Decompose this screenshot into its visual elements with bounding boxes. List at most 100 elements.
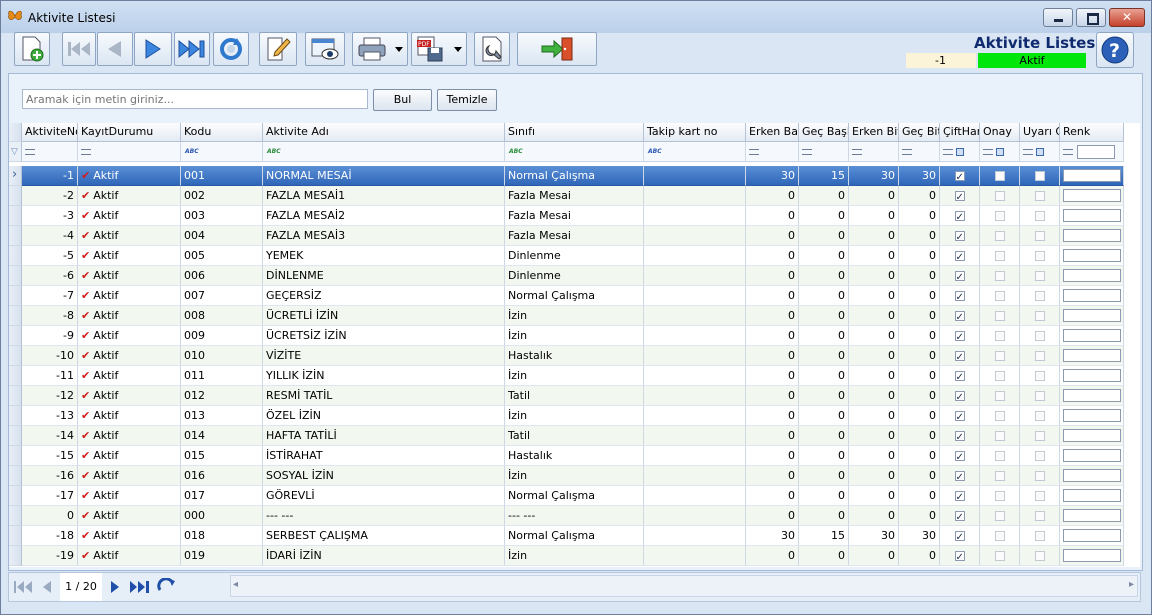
color-cell[interactable] [1060,546,1124,566]
color-cell[interactable] [1060,186,1124,206]
column-header[interactable]: Sınıfı [505,123,644,142]
color-swatch[interactable] [1063,449,1121,462]
uyari-checkbox-cell[interactable] [1020,486,1060,506]
column-header[interactable]: Geç Başla [799,123,849,142]
search-input[interactable] [22,89,368,109]
filter-cell[interactable] [746,142,799,162]
onay-checkbox[interactable] [994,431,1005,441]
onay-checkbox[interactable] [994,251,1005,261]
row-indicator[interactable]: › [9,166,22,186]
gb-cell[interactable]: 0 [799,406,849,426]
cift-checkbox-cell[interactable] [940,506,980,526]
filter-cell[interactable] [849,142,899,162]
gbt-cell[interactable]: 0 [899,366,940,386]
next-record-button[interactable] [134,32,172,66]
onay-checkbox-cell[interactable] [980,286,1020,306]
ebt-cell[interactable]: 0 [849,366,899,386]
takip-cell[interactable] [644,166,746,186]
onay-checkbox-cell[interactable] [980,346,1020,366]
color-cell[interactable] [1060,366,1124,386]
onay-checkbox-cell[interactable] [980,226,1020,246]
color-swatch[interactable] [1063,249,1121,262]
onay-checkbox[interactable] [994,551,1005,561]
color-swatch[interactable] [1063,529,1121,542]
uyari-checkbox[interactable] [1034,391,1045,401]
ad-cell[interactable]: NORMAL MESAİ [263,166,505,186]
onay-checkbox-cell[interactable] [980,546,1020,566]
onay-checkbox-cell[interactable] [980,526,1020,546]
filter-cell[interactable] [1060,142,1124,162]
column-header[interactable]: AktiviteNo [22,123,78,142]
table-row[interactable]: -17 ✔ Aktif 017 GÖREVLİ Normal Çalışma 0 0 0 0 [9,486,1124,506]
ad-cell[interactable]: İSTİRAHAT [263,446,505,466]
takip-cell[interactable] [644,446,746,466]
ad-cell[interactable]: SOSYAL İZİN [263,466,505,486]
onay-checkbox-cell[interactable] [980,406,1020,426]
table-row[interactable]: -9 ✔ Aktif 009 ÜCRETSİZ İZİN İzin 0 0 0 0 [9,326,1124,346]
table-row[interactable]: -19 ✔ Aktif 019 İDARİ İZİN İzin 0 0 0 0 [9,546,1124,566]
ad-cell[interactable]: FAZLA MESAİ1 [263,186,505,206]
horizontal-scrollbar[interactable]: ◂ ▸ [230,575,1138,597]
cift-checkbox-cell[interactable] [940,226,980,246]
takip-cell[interactable] [644,506,746,526]
ebt-cell[interactable]: 0 [849,286,899,306]
kodu-cell[interactable]: 002 [181,186,263,206]
kodu-cell[interactable]: 019 [181,546,263,566]
table-row[interactable]: -6 ✔ Aktif 006 DİNLENME Dinlenme 0 0 0 0 [9,266,1124,286]
ebt-cell[interactable]: 0 [849,466,899,486]
no-cell[interactable]: -5 [22,246,78,266]
cift-checkbox-cell[interactable] [940,446,980,466]
sinif-cell[interactable]: Normal Çalışma [505,486,644,506]
column-header[interactable]: Renk [1060,123,1124,142]
column-header[interactable]: Erken Biti [849,123,899,142]
eb-cell[interactable]: 0 [746,506,799,526]
new-record-button[interactable] [14,32,50,66]
ebt-cell[interactable]: 0 [849,546,899,566]
ebt-cell[interactable]: 0 [849,206,899,226]
color-cell[interactable] [1060,446,1124,466]
previous-record-button[interactable] [97,32,133,66]
ebt-cell[interactable]: 0 [849,186,899,206]
uyari-checkbox[interactable] [1034,491,1045,501]
scroll-right-icon[interactable]: ▸ [1129,579,1134,590]
onay-checkbox[interactable] [994,351,1005,361]
gbt-cell[interactable]: 0 [899,246,940,266]
ebt-cell[interactable]: 30 [849,166,899,186]
color-cell[interactable] [1060,486,1124,506]
cift-checkbox-cell[interactable] [940,366,980,386]
gbt-cell[interactable]: 0 [899,206,940,226]
row-indicator[interactable] [9,306,22,326]
uyari-checkbox-cell[interactable] [1020,346,1060,366]
ebt-cell[interactable]: 0 [849,246,899,266]
row-indicator[interactable] [9,286,22,306]
ebt-cell[interactable]: 0 [849,426,899,446]
durum-cell[interactable]: ✔ Aktif [78,446,181,466]
gbt-cell[interactable]: 0 [899,466,940,486]
durum-cell[interactable]: ✔ Aktif [78,466,181,486]
color-cell[interactable] [1060,286,1124,306]
gbt-cell[interactable]: 0 [899,406,940,426]
cift-checkbox[interactable] [954,248,965,265]
onay-checkbox[interactable] [994,371,1005,381]
exit-button[interactable] [517,32,597,66]
last-record-button[interactable] [174,32,210,66]
cift-checkbox-cell[interactable] [940,346,980,366]
no-cell[interactable]: -8 [22,306,78,326]
uyari-checkbox-cell[interactable] [1020,326,1060,346]
column-header[interactable]: KayıtDurumu [78,123,181,142]
sinif-cell[interactable]: Normal Çalışma [505,286,644,306]
gb-cell[interactable]: 0 [799,386,849,406]
eb-cell[interactable]: 0 [746,226,799,246]
clear-button[interactable]: Temizle [437,89,497,111]
gbt-cell[interactable]: 0 [899,506,940,526]
gb-cell[interactable]: 0 [799,186,849,206]
ad-cell[interactable]: ÜCRETSİZ İZİN [263,326,505,346]
gb-cell[interactable]: 0 [799,466,849,486]
sinif-cell[interactable]: İzin [505,366,644,386]
cift-checkbox[interactable] [954,508,965,525]
cift-checkbox[interactable] [954,388,965,405]
cift-checkbox-cell[interactable] [940,546,980,566]
cift-checkbox[interactable] [954,228,965,245]
durum-cell[interactable]: ✔ Aktif [78,226,181,246]
cift-checkbox[interactable] [954,268,965,285]
